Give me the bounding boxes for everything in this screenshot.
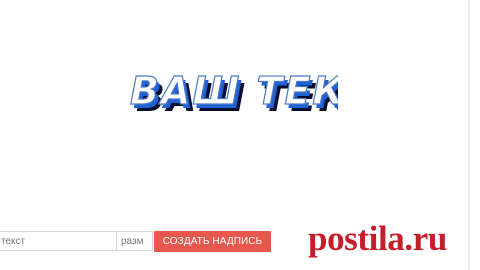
font-size-input[interactable] bbox=[116, 231, 153, 251]
stylized-text-svg: ВАШ ТЕКСТ ВАШ ТЕКСТ ВАШ ТЕКСТ bbox=[129, 68, 338, 120]
stylized-text-face: ВАШ ТЕКСТ bbox=[130, 69, 338, 113]
caption-text-input[interactable] bbox=[0, 231, 120, 251]
stylized-text-preview: ВАШ ТЕКСТ ВАШ ТЕКСТ ВАШ ТЕКСТ bbox=[128, 56, 338, 122]
generator-page: ВАШ ТЕКСТ ВАШ ТЕКСТ ВАШ ТЕКСТ СОЗДАТЬ НА… bbox=[0, 0, 480, 270]
caption-controls: СОЗДАТЬ НАДПИСЬ bbox=[0, 231, 290, 253]
create-caption-button[interactable]: СОЗДАТЬ НАДПИСЬ bbox=[154, 231, 271, 252]
postila-watermark: postila.ru bbox=[308, 219, 447, 258]
